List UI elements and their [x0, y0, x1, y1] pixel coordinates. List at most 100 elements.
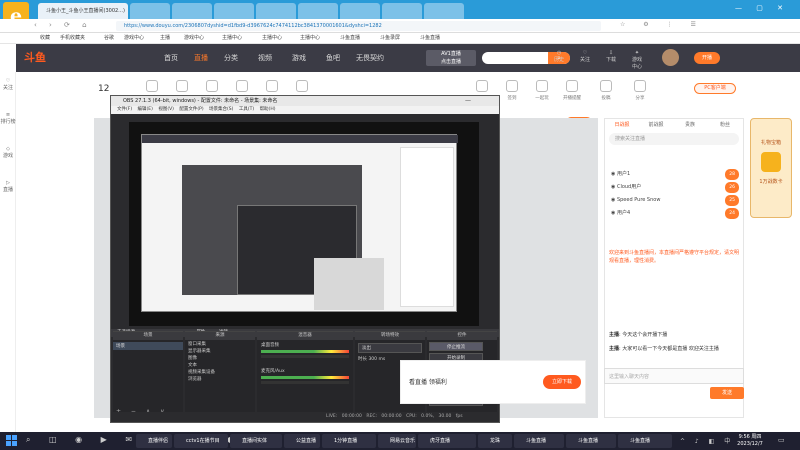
sidebar-item-game[interactable]: ◇ 游戏: [0, 146, 16, 159]
obs-menu-help[interactable]: 帮助(H): [260, 107, 276, 112]
rank-row[interactable]: ◉ 用户1 28: [611, 169, 739, 180]
tool-play[interactable]: 一起玩: [530, 80, 554, 101]
bookmark[interactable]: 主播中心: [222, 33, 242, 44]
tool-signin[interactable]: 签到: [500, 80, 524, 101]
taskbar-app[interactable]: 虎牙直播: [418, 434, 476, 448]
source-item[interactable]: 浏览器: [188, 376, 252, 383]
volume-slider[interactable]: [261, 381, 349, 384]
obs-menu-file[interactable]: 文件(F): [117, 107, 132, 112]
obs-menu-tools[interactable]: 工具(T): [239, 107, 254, 112]
rank-row[interactable]: ◉ 用户4 24: [611, 208, 739, 219]
bookmark[interactable]: 主播: [160, 33, 170, 44]
source-list[interactable]: 窗口采集 显示器采集 图像 文本 视频采集设备 浏览器: [185, 340, 255, 384]
bookmark[interactable]: 收藏: [40, 33, 50, 44]
window-controls[interactable]: — ▢ ✕: [735, 4, 789, 12]
tool-remind[interactable]: 开播提醒: [560, 80, 584, 101]
obs-menu-scenes[interactable]: 场景集合(S): [209, 107, 233, 112]
taskbar-app[interactable]: 1分钟直播: [322, 434, 376, 448]
windows-start-icon[interactable]: [6, 435, 17, 446]
bookmark[interactable]: 主播中心: [262, 33, 282, 44]
send-button[interactable]: 发送: [710, 387, 744, 399]
notification-icon[interactable]: ▭: [778, 436, 785, 444]
nav-live[interactable]: 直播: [194, 44, 208, 72]
mixer-track[interactable]: 桌面音频 麦克风/Aux: [257, 340, 353, 386]
nav-buttons[interactable]: ‹ › ⟳ ⌂: [34, 21, 92, 29]
tab[interactable]: [214, 3, 254, 19]
taskbar-app[interactable]: 龙珠: [478, 434, 512, 448]
tab[interactable]: [298, 3, 338, 19]
tab-noble[interactable]: 贵族: [673, 119, 707, 131]
tab-fans[interactable]: 粉丝: [707, 119, 743, 131]
user-avatar[interactable]: [662, 49, 679, 66]
sidebar-item-follow[interactable]: ♡ 关注: [0, 78, 16, 91]
nav-valorant[interactable]: 无畏契约: [356, 44, 384, 72]
tab[interactable]: [424, 3, 464, 19]
bookmark[interactable]: 游戏中心: [124, 33, 144, 44]
tab[interactable]: [256, 3, 296, 19]
taskbar-app[interactable]: cctv1在播节目: [174, 434, 228, 448]
obs-menu-edit[interactable]: 编辑(E): [138, 107, 153, 112]
game-center-icon[interactable]: ✦ 游戏中心: [630, 50, 644, 71]
nav-fishbar[interactable]: 鱼吧: [326, 44, 340, 72]
bookmark[interactable]: 斗鱼录屏: [380, 33, 400, 44]
tool-share2[interactable]: 分享: [628, 80, 652, 101]
bookmark[interactable]: 谷歌: [104, 33, 114, 44]
system-tray-icons[interactable]: ^ ♪ ◧ 中: [680, 436, 734, 445]
tab-active[interactable]: 斗鱼小王_斗鱼小王直播间(3002...): [38, 3, 128, 19]
tab[interactable]: [340, 3, 380, 19]
tab[interactable]: [130, 3, 170, 19]
taskbar-app[interactable]: 直播伴侣: [136, 434, 172, 448]
follow-icon[interactable]: ♡ 关注: [578, 50, 592, 64]
url-field[interactable]: https://www.douyu.com/2306807dyshid=d1fb…: [116, 21, 601, 31]
nav-video[interactable]: 视频: [258, 44, 272, 72]
panel-search[interactable]: 搜索关注直播: [609, 133, 739, 145]
history-icon[interactable]: ◷ 历史: [552, 50, 566, 64]
taskbar-app[interactable]: 斗鱼直播: [514, 434, 564, 448]
bookmark[interactable]: 游戏中心: [184, 33, 204, 44]
sidebar-item-live[interactable]: ▷ 直播: [0, 180, 16, 193]
tab[interactable]: [382, 3, 422, 19]
source-item[interactable]: 视频采集设备: [188, 369, 252, 376]
source-item[interactable]: 文本: [188, 362, 252, 369]
tab-weekly[interactable]: 前战报: [639, 119, 673, 131]
nav-category[interactable]: 分类: [224, 44, 238, 72]
bookmark[interactable]: 斗鱼直播: [420, 33, 440, 44]
bookmark[interactable]: 手机收藏夹: [60, 33, 85, 44]
av-host-badge[interactable]: AV1直播 点击直播: [426, 50, 476, 66]
gift-box-card[interactable]: 礼物宝箱 1万战数卡: [750, 118, 792, 228]
source-item[interactable]: 窗口采集: [188, 341, 252, 348]
stop-streaming-button[interactable]: 停止推流: [429, 342, 483, 351]
site-logo[interactable]: 斗鱼: [24, 50, 46, 66]
taskbar-app[interactable]: 公益直播: [284, 434, 320, 448]
source-item[interactable]: 图像: [188, 355, 252, 362]
transition-select[interactable]: 淡出: [358, 343, 422, 353]
rank-row[interactable]: ◉ Speed Pure Snow 25: [611, 195, 739, 206]
obs-menu-profile[interactable]: 配置文件(P): [179, 107, 203, 112]
taskbar-clock[interactable]: 9:56 周四 2023/12/7: [730, 434, 770, 448]
tab-daily[interactable]: 日战报: [605, 119, 639, 131]
chat-input[interactable]: 这里输入聊天内容: [604, 368, 744, 384]
bookmark[interactable]: 主播中心: [300, 33, 320, 44]
browser-extensions[interactable]: ☆ ⚙ ⋮ ☰: [620, 21, 704, 28]
pc-client-button[interactable]: PC客户端: [694, 83, 736, 94]
bookmark[interactable]: 斗鱼直播: [340, 33, 360, 44]
taskbar-app[interactable]: 斗鱼直播: [618, 434, 672, 448]
taskbar-app[interactable]: 网易云音乐: [378, 434, 416, 448]
sidebar-item-rank[interactable]: ≡ 排行榜: [0, 112, 16, 125]
nav-game[interactable]: 游戏: [292, 44, 306, 72]
start-live-button[interactable]: 开播: [694, 52, 720, 64]
source-item[interactable]: 显示器采集: [188, 348, 252, 355]
nav-home[interactable]: 首页: [164, 44, 178, 72]
download-button[interactable]: 立即下载: [543, 375, 581, 389]
volume-slider[interactable]: [261, 355, 349, 358]
obs-menu-view[interactable]: 视图(V): [158, 107, 174, 112]
taskbar-app[interactable]: 斗鱼直播: [566, 434, 616, 448]
rank-row[interactable]: ◉ Cloud用户 26: [611, 182, 739, 193]
tool-post[interactable]: 投稿: [594, 80, 618, 101]
taskbar-app[interactable]: 直播间实体: [230, 434, 282, 448]
download-icon[interactable]: ⇩ 下载: [604, 50, 618, 64]
scene-item[interactable]: 场景: [113, 342, 183, 350]
obs-window-controls[interactable]: —▢✕: [465, 96, 499, 114]
tab[interactable]: [172, 3, 212, 19]
obs-preview[interactable]: [129, 122, 479, 326]
